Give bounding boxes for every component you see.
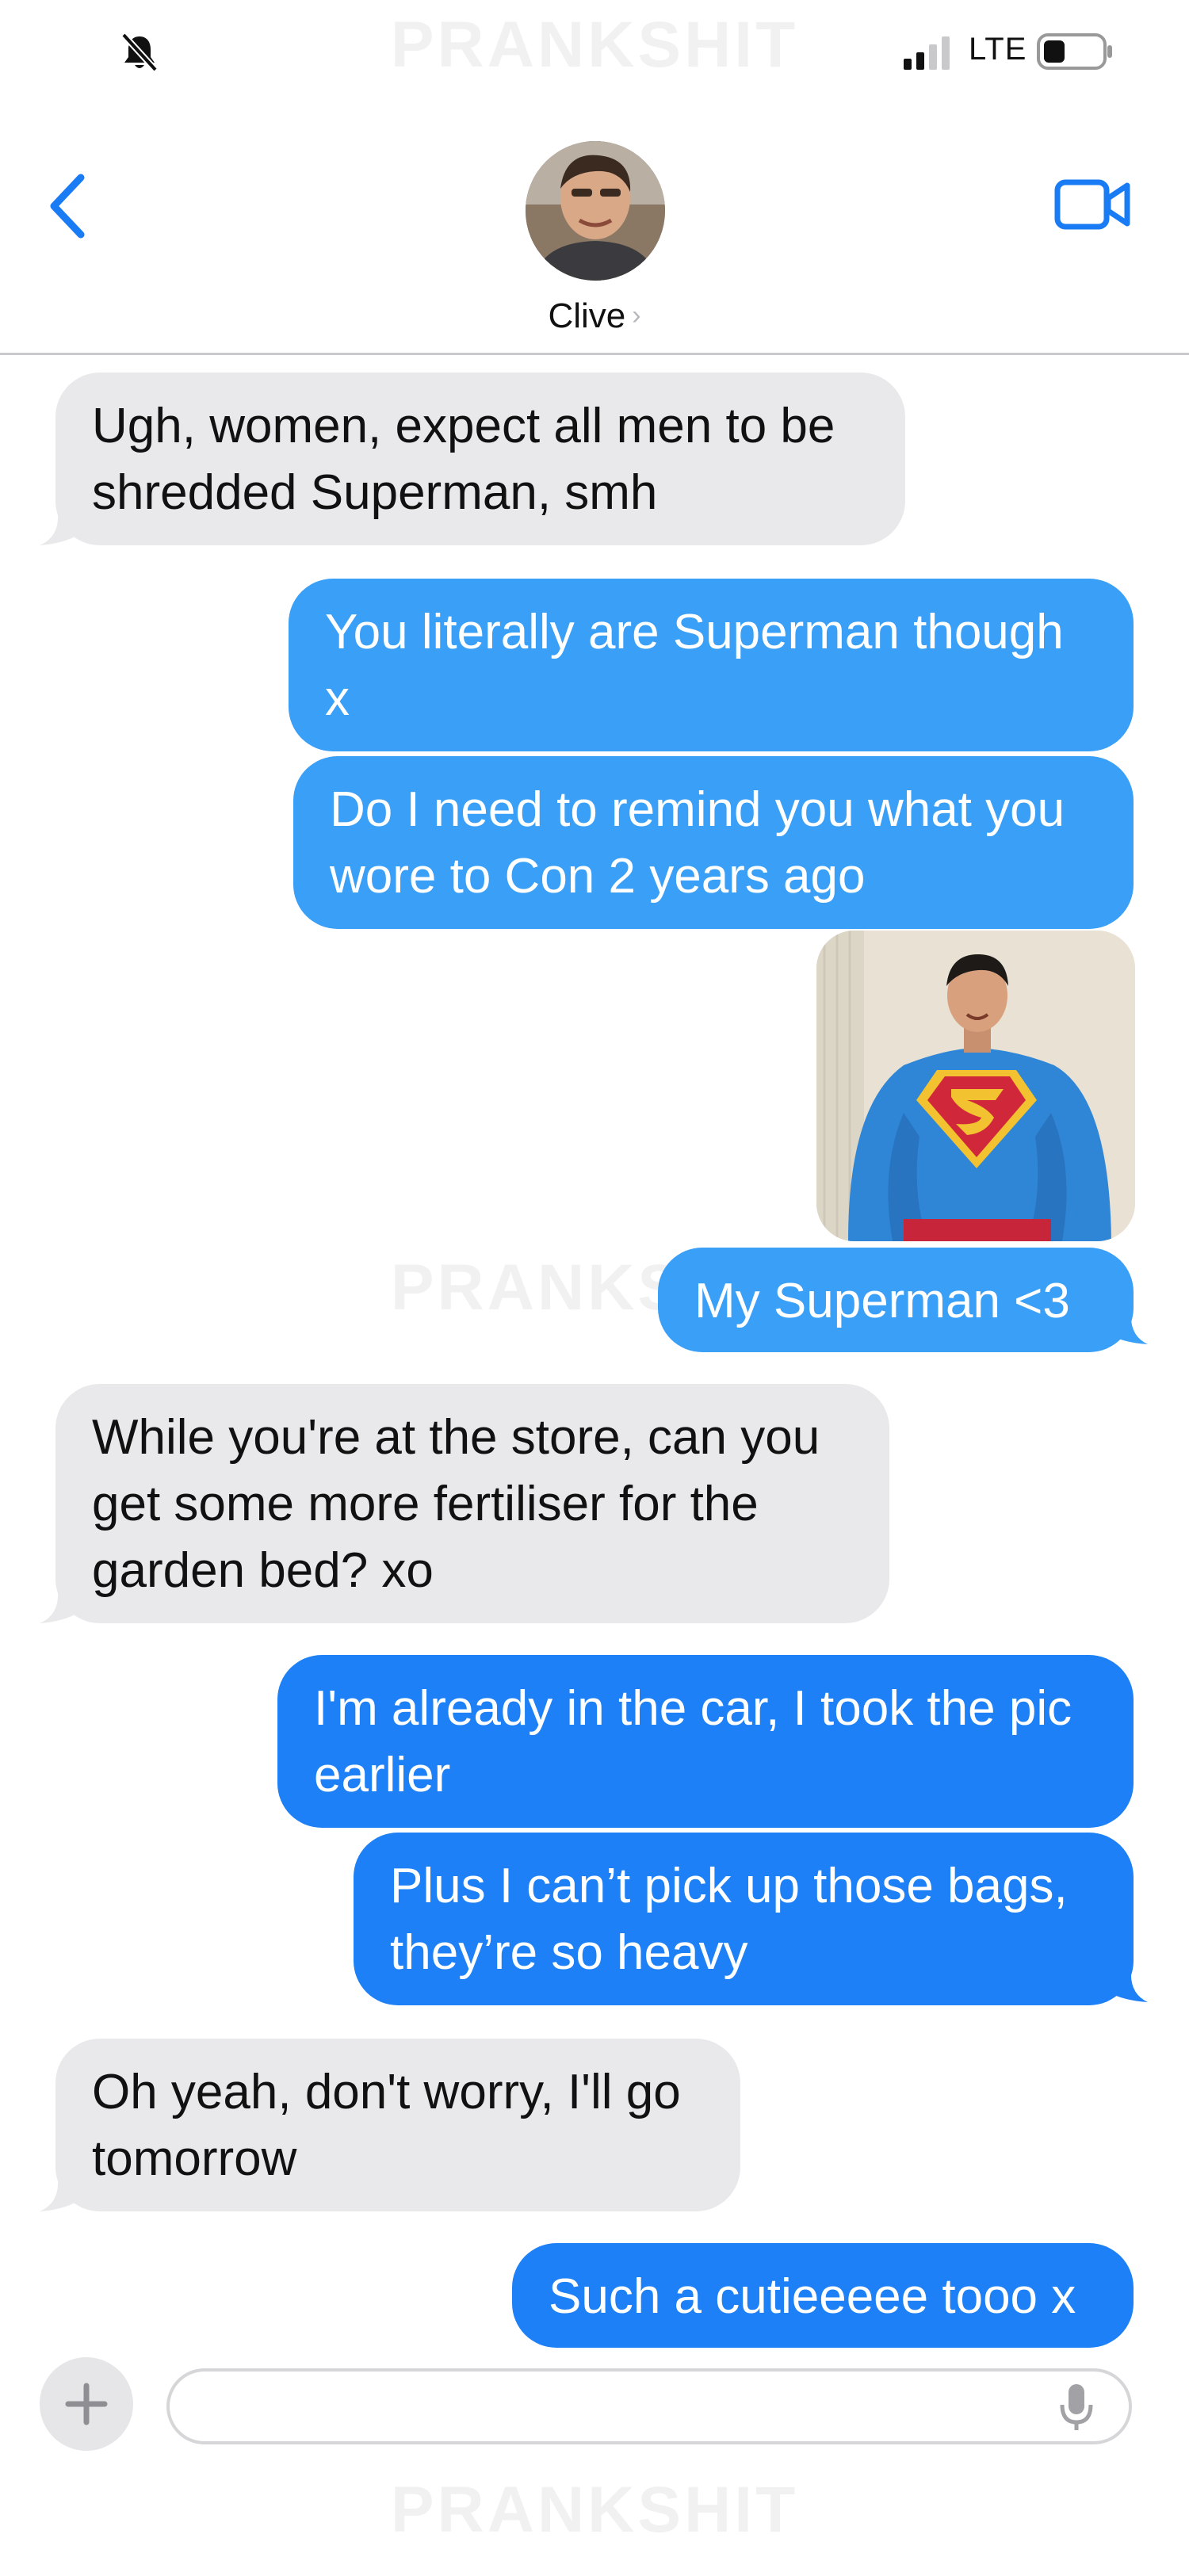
message-outgoing[interactable]: Such a cutieeeee tooo x <box>512 2243 1134 2348</box>
message-line: earlier <box>314 1748 451 1802</box>
message-line: You literally are Superman though <box>325 605 1064 659</box>
message-line: get some more fertiliser for the <box>92 1477 759 1531</box>
message-line: shredded Superman, smh <box>92 465 658 520</box>
back-button[interactable] <box>41 166 97 246</box>
message-outgoing[interactable]: You literally are Superman though x <box>289 579 1134 751</box>
cellular-signal-icon <box>904 36 950 70</box>
video-camera-icon[interactable] <box>1053 174 1132 235</box>
message-outgoing[interactable]: My Superman <3 <box>658 1248 1134 1352</box>
add-attachment-button[interactable] <box>40 2357 133 2451</box>
message-line: I'm already in the car, I took the pic <box>314 1681 1072 1736</box>
message-line: My Superman <3 <box>694 1274 1070 1328</box>
contact-name-row: Clive › <box>476 296 713 336</box>
avatar <box>526 141 665 281</box>
message-line: Ugh, women, expect all men to be <box>92 399 835 453</box>
message-incoming[interactable]: While you're at the store, can you get s… <box>55 1384 889 1623</box>
message-line: garden bed? xo <box>92 1543 434 1598</box>
message-line: wore to Con 2 years ago <box>330 849 866 904</box>
conversation-header: Clive › <box>0 103 1189 355</box>
messages-screen: PRANKSHIT PRANKSHIT PRANKSHIT LTE Clive … <box>0 0 1189 2576</box>
message-input[interactable] <box>193 2383 1034 2430</box>
message-line: they’re so heavy <box>390 1925 748 1980</box>
message-line: While you're at the store, can you <box>92 1410 820 1465</box>
message-outgoing[interactable]: Do I need to remind you what you wore to… <box>293 756 1134 929</box>
watermark-bottom: PRANKSHIT <box>390 2474 799 2546</box>
plus-icon <box>65 2383 108 2425</box>
message-line: Do I need to remind you what you <box>330 782 1065 837</box>
contact-name: Clive <box>548 296 626 335</box>
message-line: Such a cutieeeee tooo x <box>549 2269 1076 2324</box>
bell-slash-icon <box>121 32 158 72</box>
message-incoming[interactable]: Ugh, women, expect all men to be shredde… <box>55 373 905 545</box>
contact-info-button[interactable]: Clive › <box>476 141 713 347</box>
message-compose-field[interactable] <box>166 2368 1132 2444</box>
microphone-icon[interactable] <box>1057 2383 1095 2433</box>
message-outgoing[interactable]: Plus I can’t pick up those bags, they’re… <box>354 1833 1134 2005</box>
message-incoming[interactable]: Oh yeah, don't worry, I'll go tomorrow <box>55 2039 740 2211</box>
message-line: Plus I can’t pick up those bags, <box>390 1859 1068 1913</box>
status-bar: LTE <box>0 0 1189 103</box>
network-type-label: LTE <box>969 32 1027 67</box>
superman-photo <box>816 931 1135 1241</box>
battery-icon <box>1037 33 1112 70</box>
message-line: Oh yeah, don't worry, I'll go <box>92 2065 681 2119</box>
contact-photo-icon <box>526 141 665 281</box>
message-outgoing[interactable]: I'm already in the car, I took the pic e… <box>277 1655 1134 1828</box>
message-line: x <box>325 671 350 726</box>
chevron-right-icon: › <box>632 300 641 331</box>
message-line: tomorrow <box>92 2131 297 2186</box>
image-message[interactable] <box>816 931 1135 1241</box>
